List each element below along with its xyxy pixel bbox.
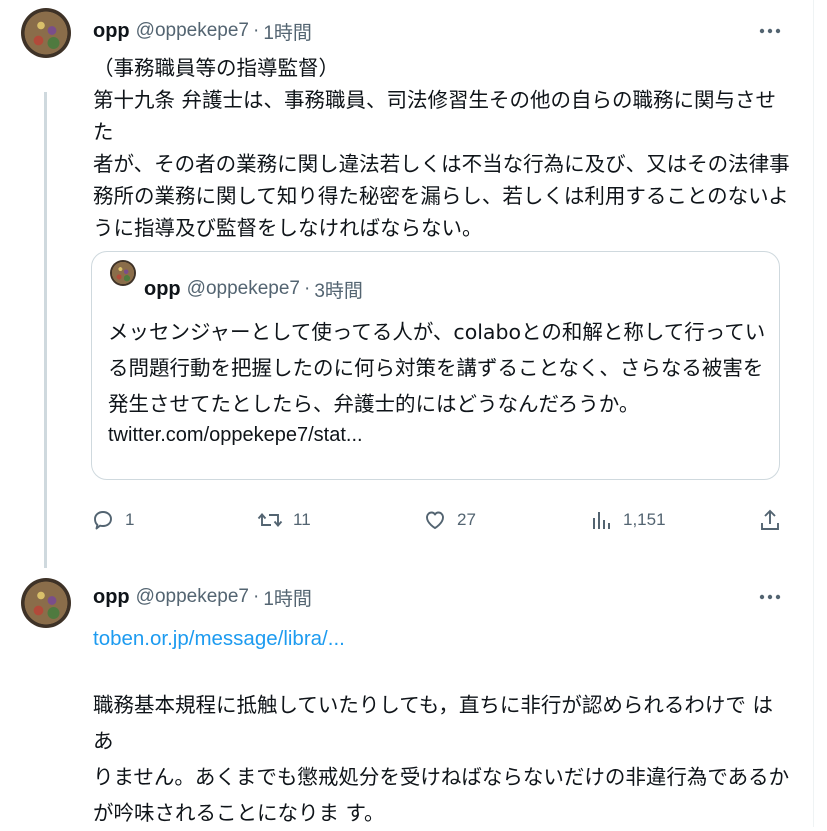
author-handle[interactable]: @oppekepe7 <box>136 20 249 42</box>
timeline-right-border <box>813 0 814 827</box>
retweet-count: 11 <box>293 510 311 529</box>
quoted-author-name: opp <box>144 277 181 300</box>
tweet-text-line: 職務基本規程に抵触していたりしても，直ちに非行が認められるわけで はあ <box>93 693 773 753</box>
avatar[interactable] <box>21 578 71 628</box>
views-icon <box>591 509 613 531</box>
views-button[interactable]: 1,151 <box>591 503 666 537</box>
timestamp[interactable]: 1時間 <box>263 18 312 45</box>
tweet-text-line: りません。あくまでも懲戒処分を受けねばならないだけの非違行為であるか <box>93 765 790 789</box>
quoted-author-handle: @oppekepe7 <box>186 278 300 299</box>
tweet-header: opp @oppekepe7 · 1時間 <box>93 18 312 44</box>
reply-button[interactable]: 1 <box>91 503 134 537</box>
retweet-icon <box>257 508 283 532</box>
like-button[interactable]: 27 <box>423 503 476 537</box>
quoted-link[interactable]: twitter.com/oppekepe7/stat... <box>108 424 363 447</box>
quoted-text: メッセンジャーとして使ってる人が、colaboとの和解と称して行ってい る問題行… <box>108 314 768 422</box>
separator: · <box>252 586 260 607</box>
quoted-text-line: 発生させてたとしたら、弁護士的にはどうなんだろうか。 <box>108 392 640 416</box>
quoted-tweet[interactable]: opp @oppekepe7 · 3時間 メッセンジャーとして使ってる人が、co… <box>91 251 780 480</box>
more-icon[interactable] <box>757 584 783 610</box>
action-bar: 1 11 27 1,151 <box>91 503 791 537</box>
external-link[interactable]: toben.or.jp/message/libra/... <box>93 627 345 650</box>
tweet-text: 職務基本規程に抵触していたりしても，直ちに非行が認められるわけで はあ りません… <box>93 687 793 831</box>
tweet-text-line: 第十九条 弁護士は、事務職員、司法修習生その他の自らの職務に関与させた <box>93 88 777 144</box>
share-icon <box>759 508 781 532</box>
tweet-link[interactable]: toben.or.jp/message/libra/... <box>93 622 793 655</box>
like-count: 27 <box>457 510 476 529</box>
quoted-header: opp @oppekepe7 · 3時間 <box>144 276 363 302</box>
views-count: 1,151 <box>623 510 666 529</box>
tweet-header: opp @oppekepe7 · 1時間 <box>93 584 312 610</box>
author-name[interactable]: opp <box>93 586 130 609</box>
tweet-text-line: 務所の業務に関して知り得た秘密を漏らし、若しくは利用することのないよ <box>93 184 789 208</box>
tweet-text-line: が吟味されることになりま す。 <box>93 801 385 825</box>
quoted-text-line: る問題行動を把握したのに何ら対策を講ずることなく、さらなる被害を <box>108 356 764 380</box>
avatar[interactable] <box>21 8 71 58</box>
author-handle[interactable]: @oppekepe7 <box>136 586 249 608</box>
author-name[interactable]: opp <box>93 20 130 43</box>
thread-connector-line <box>44 92 47 568</box>
tweet-text-line: （事務職員等の指導監督） <box>93 56 339 80</box>
quoted-avatar <box>110 260 136 286</box>
reply-count: 1 <box>125 510 135 529</box>
share-button[interactable] <box>759 503 781 537</box>
separator: · <box>252 20 260 41</box>
quoted-timestamp: 3時間 <box>314 280 363 302</box>
quoted-text-line: メッセンジャーとして使ってる人が、colaboとの和解と称して行ってい <box>108 320 766 344</box>
like-icon <box>423 508 447 532</box>
more-icon[interactable] <box>757 18 783 44</box>
tweet-text-line: 者が、その者の業務に関し違法若しくは不当な行為に及び、又はその法律事 <box>93 152 790 176</box>
reply-icon <box>91 508 115 532</box>
tweet-text: （事務職員等の指導監督） 第十九条 弁護士は、事務職員、司法修習生その他の自らの… <box>93 52 793 244</box>
separator: · <box>303 278 311 299</box>
retweet-button[interactable]: 11 <box>257 503 311 537</box>
timestamp[interactable]: 1時間 <box>263 584 312 611</box>
tweet-text-line: うに指導及び監督をしなければならない。 <box>93 216 483 240</box>
